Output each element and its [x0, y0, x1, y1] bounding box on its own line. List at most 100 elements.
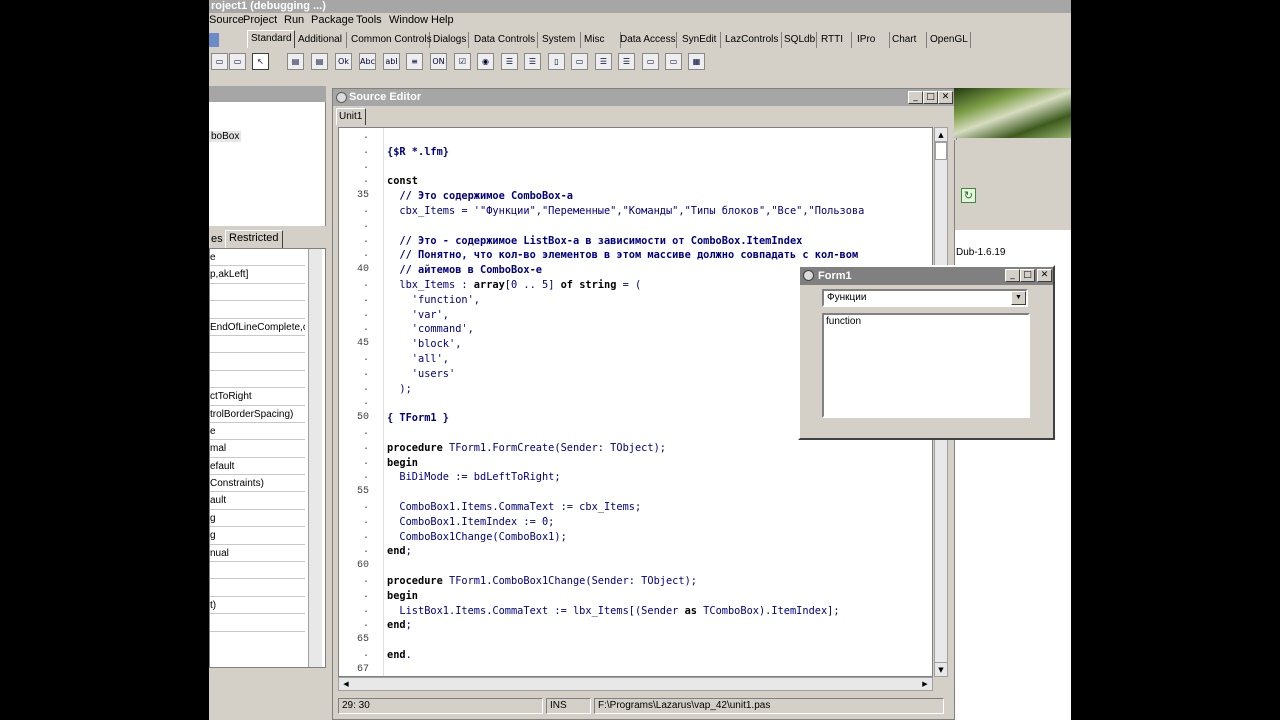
code-line[interactable]: 'users': [387, 367, 455, 382]
scroll-left-icon[interactable]: ◀: [339, 678, 353, 690]
tcheckgroup-icon[interactable]: ☰: [618, 53, 635, 70]
listbox1[interactable]: function: [822, 313, 1030, 418]
palette-tab-standard[interactable]: Standard: [247, 30, 295, 48]
form1-close-button[interactable]: ✕: [1037, 269, 1052, 282]
oi-property-row[interactable]: [210, 614, 305, 632]
oi-property-row[interactable]: [210, 301, 305, 319]
oi-property-row[interactable]: ault: [210, 492, 305, 510]
menu-run[interactable]: Run: [284, 14, 304, 26]
tradiogroup-icon[interactable]: ☰: [595, 53, 612, 70]
palette-tab-lazcontrols[interactable]: LazControls: [722, 32, 782, 48]
palette-tab-common-controls[interactable]: Common Controls: [348, 32, 432, 48]
oi-scrollbar[interactable]: [308, 249, 322, 667]
code-line[interactable]: 'block',: [387, 337, 462, 352]
code-line[interactable]: 'var',: [387, 308, 449, 323]
palette-tab-opengl[interactable]: OpenGL: [927, 32, 971, 48]
code-line[interactable]: 'all',: [387, 352, 449, 367]
oi-property-row[interactable]: trolBorderSpacing): [210, 406, 305, 423]
chevron-down-icon[interactable]: ▼: [1011, 291, 1026, 305]
oi-property-row[interactable]: t): [210, 597, 305, 615]
refresh-icon[interactable]: ↻: [961, 188, 976, 203]
tmemo-icon[interactable]: ≡: [406, 53, 423, 70]
oi-property-row[interactable]: g: [210, 527, 305, 545]
listbox1-item[interactable]: function: [826, 316, 1026, 327]
tlabel-icon[interactable]: Abc: [359, 53, 376, 70]
oi-tab-properties[interactable]: es: [209, 232, 226, 248]
oi-property-row[interactable]: [210, 336, 305, 354]
palette-tab-data-controls[interactable]: Data Controls: [471, 32, 538, 48]
palette-tab-synedit[interactable]: SynEdit: [679, 32, 721, 48]
tgroupbox-icon[interactable]: ▭: [571, 53, 588, 70]
palette-tab-rtti[interactable]: RTTI: [818, 32, 852, 48]
oi-property-row[interactable]: e: [210, 249, 305, 267]
code-line[interactable]: // Понятно, что кол-во элементов в этом …: [387, 248, 858, 263]
oi-property-row[interactable]: nual: [210, 545, 305, 563]
right-panel-item[interactable]: Dub-1.6.19: [956, 247, 1005, 258]
tbutton-icon[interactable]: Ok: [335, 53, 352, 70]
oi-property-row[interactable]: Constraints): [210, 475, 305, 493]
tlistbox-icon[interactable]: ☰: [501, 53, 518, 70]
menu-project[interactable]: Project: [243, 14, 277, 26]
code-line[interactable]: 'command',: [387, 322, 474, 337]
code-line[interactable]: // айтемов в ComboBox-е: [387, 263, 542, 278]
oi-tab-restricted[interactable]: Restricted: [225, 230, 283, 248]
editor-horizontal-scrollbar[interactable]: ◀ ▶: [338, 677, 933, 691]
oi-property-row[interactable]: ctToRight: [210, 388, 305, 406]
code-line[interactable]: // Это содержимое ComboBox-а: [387, 189, 573, 204]
scroll-down-icon[interactable]: ▼: [935, 662, 947, 676]
oi-property-row[interactable]: e: [210, 423, 305, 441]
tpopupmenu-icon[interactable]: ▤: [311, 53, 328, 70]
tactionlist-icon[interactable]: ▦: [688, 53, 705, 70]
code-line[interactable]: 'function',: [387, 293, 480, 308]
palette-tab-data-access[interactable]: Data Access: [617, 32, 677, 48]
scroll-up-icon[interactable]: ▲: [935, 128, 947, 142]
code-line[interactable]: begin: [387, 456, 418, 471]
tradiobutton-icon[interactable]: ◉: [477, 53, 494, 70]
menu-window[interactable]: Window: [389, 14, 428, 26]
palette-tab-chart[interactable]: Chart: [889, 32, 927, 48]
menu-source[interactable]: Source: [209, 14, 244, 26]
scroll-right-icon[interactable]: ▶: [918, 678, 932, 690]
code-line[interactable]: { TForm1 }: [387, 411, 449, 426]
oi-property-row[interactable]: [210, 579, 305, 597]
menu-tools[interactable]: Tools: [356, 14, 382, 26]
code-line[interactable]: const: [387, 174, 418, 189]
oi-property-row[interactable]: efault: [210, 458, 305, 476]
menu-package[interactable]: Package: [311, 14, 354, 26]
palette-tab-misc[interactable]: Misc: [581, 32, 621, 48]
tcombobox-icon[interactable]: ☰: [524, 53, 541, 70]
code-line[interactable]: begin: [387, 589, 418, 604]
code-line[interactable]: ComboBox1Change(ComboBox1);: [387, 530, 566, 545]
tscrollbar-icon[interactable]: ▯: [548, 53, 565, 70]
oi-property-row[interactable]: EndOfLineComplete,cb: [210, 319, 305, 336]
code-line[interactable]: );: [387, 382, 411, 397]
code-line[interactable]: {$R *.lfm}: [387, 145, 449, 160]
oi-property-row[interactable]: p,akLeft]: [210, 266, 305, 284]
oi-property-row[interactable]: [210, 562, 305, 580]
palette-tab-additional[interactable]: Additional: [295, 32, 347, 48]
palette-tab-system[interactable]: System: [539, 32, 581, 48]
code-line[interactable]: ComboBox1.ItemIndex := 0;: [387, 515, 554, 530]
palette-tab-dialogs[interactable]: Dialogs: [430, 32, 469, 48]
tedit-icon[interactable]: abI: [383, 53, 400, 70]
component-tree-item-combobox[interactable]: boBox: [209, 131, 242, 142]
code-line[interactable]: ComboBox1.Items.CommaText := cbx_Items;: [387, 500, 641, 515]
scroll-thumb[interactable]: [935, 142, 947, 160]
editor-minimize-button[interactable]: _: [908, 91, 923, 104]
editor-close-button[interactable]: ✕: [938, 91, 953, 104]
tab-unit1[interactable]: Unit1: [336, 108, 366, 125]
code-line[interactable]: ListBox1.Items.CommaText := lbx_Items[(S…: [387, 604, 839, 619]
code-line[interactable]: end.: [387, 648, 412, 663]
palette-tab-ipro[interactable]: IPro: [854, 32, 890, 48]
code-line[interactable]: lbx_Items : array[0 .. 5] of string = (: [387, 278, 641, 293]
ttogglebox-icon[interactable]: ON: [430, 53, 447, 70]
combobox1[interactable]: Функции ▼: [822, 289, 1028, 307]
oi-property-row[interactable]: [210, 284, 305, 302]
code-line[interactable]: end;: [387, 618, 412, 633]
form1-minimize-button[interactable]: _: [1005, 269, 1020, 282]
form1-maximize-button[interactable]: □: [1020, 269, 1035, 282]
save-all-icon[interactable]: ▭: [229, 53, 246, 70]
tpanel-icon[interactable]: ▭: [642, 53, 659, 70]
speedbutton-open-icon[interactable]: [209, 33, 219, 47]
code-line[interactable]: procedure TForm1.FormCreate(Sender: TObj…: [387, 441, 666, 456]
